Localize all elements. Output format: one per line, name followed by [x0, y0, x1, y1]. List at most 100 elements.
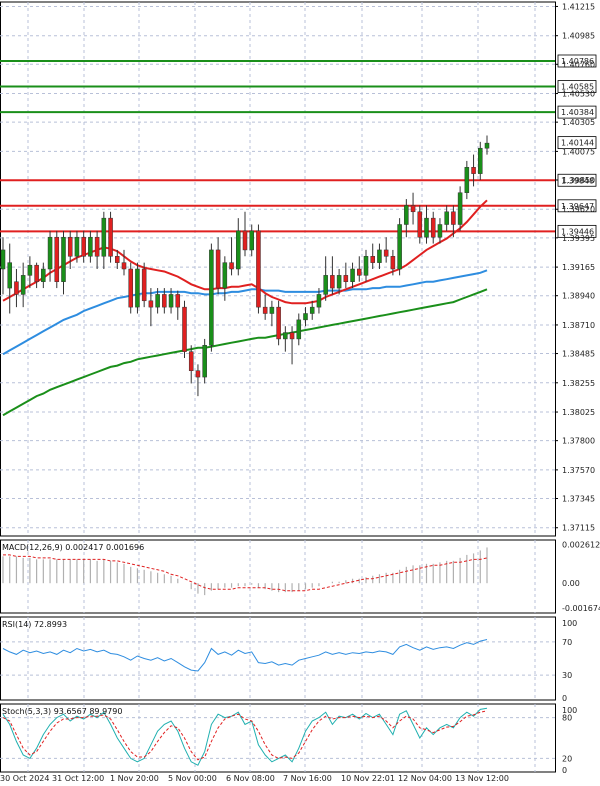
candle-body: [256, 230, 261, 308]
candle-body: [464, 167, 470, 193]
price-tick-label: 1.40075: [562, 147, 595, 156]
time-tick-label: 1 Nov 20:00: [110, 774, 159, 783]
stoch-k-line: [2, 707, 488, 766]
price-tick-label: 1.39395: [562, 234, 595, 243]
candle-body: [316, 294, 322, 308]
candle-body: [88, 236, 93, 257]
candle-body: [370, 256, 375, 263]
time-tick-label: 13 Nov 12:00: [455, 774, 509, 783]
price-tick-label: 1.40305: [562, 118, 595, 127]
axes: 1.41215 1.40985 1.40760 1.40530 1.40305 1.400…: [0, 2, 600, 783]
candle-body: [141, 268, 147, 302]
candle-body: [330, 275, 335, 289]
rsi-tick-label: 30: [562, 671, 572, 680]
candles: [0, 135, 490, 397]
price-tick-label: 1.37800: [562, 437, 595, 446]
candle-body: [478, 147, 483, 174]
time-tick-label: 12 Nov 04:00: [398, 774, 452, 783]
candle-body: [336, 275, 342, 289]
time-tick-label: 5 Nov 00:00: [168, 774, 217, 783]
candle-body: [74, 236, 80, 257]
candle-body: [309, 306, 315, 314]
candle-body: [357, 268, 362, 276]
macd-tick-label: 0.00: [562, 579, 580, 588]
candle-body: [155, 294, 160, 308]
candle-body: [404, 205, 409, 225]
price-tick-label: 1.41215: [562, 2, 595, 11]
candle-body: [14, 281, 19, 295]
candle-body: [262, 306, 268, 314]
candle-body: [283, 332, 288, 340]
rsi-tick-label: 100: [562, 619, 577, 628]
stoch-tick-label: 0: [562, 766, 567, 775]
candle-body: [188, 351, 194, 371]
candle-body: [229, 262, 234, 270]
candle-body: [0, 249, 6, 270]
candle-body: [471, 167, 476, 174]
candle-body: [34, 264, 39, 282]
candle-body: [115, 256, 120, 263]
time-tick-label: 30 Oct 2024: [0, 774, 49, 783]
candle-body: [135, 268, 140, 308]
candle-body: [54, 236, 60, 282]
price-tick-label: 1.37115: [562, 524, 595, 533]
candle-body: [182, 306, 187, 352]
candle-body: [289, 332, 295, 340]
stoch-tick-label: 80: [562, 714, 572, 723]
candle-body: [383, 249, 389, 257]
candle-body: [350, 268, 355, 282]
candle-body: [94, 236, 100, 257]
candle-body: [101, 217, 107, 257]
candle-body: [249, 230, 254, 251]
time-tick-label: 7 Nov 16:00: [283, 774, 332, 783]
price-tick-label: 1.39165: [562, 263, 595, 272]
candle-body: [47, 236, 53, 270]
price-tick-label: 1.38025: [562, 408, 595, 417]
candle-body: [121, 262, 127, 270]
stoch-panel: Stoch(5,3,3) 93.6567 89.9790: [0, 707, 555, 766]
macd-panel: MACD(12,26,9) 0.002417 0.001696: [2, 543, 488, 596]
current-price-label: 1.40144: [561, 139, 594, 148]
price-tick-label: 1.38255: [562, 379, 595, 388]
level-label: 1.40384: [561, 108, 594, 117]
candle-body: [27, 264, 33, 276]
candle-body: [108, 217, 113, 257]
candle-body: [390, 256, 396, 270]
candle-body: [424, 217, 429, 238]
time-tick-label: 10 Nov 22:01: [341, 774, 395, 783]
candle-body: [430, 217, 436, 238]
time-tick-label: 6 Nov 08:00: [226, 774, 275, 783]
candle-body: [202, 345, 207, 378]
rsi-tick-label: 0: [562, 694, 567, 703]
price-tick-label: 1.38485: [562, 350, 595, 359]
price-tick-label: 1.38710: [562, 321, 595, 330]
rsi-tick-label: 70: [562, 638, 572, 647]
candle-body: [363, 256, 369, 276]
candle-body: [444, 211, 449, 225]
candle-body: [451, 211, 456, 225]
macd-tick-label: -0.001674: [562, 604, 600, 613]
candle-body: [484, 142, 490, 149]
ma-slow-line: [2, 288, 488, 417]
candle-body: [437, 224, 443, 238]
candle-body: [81, 236, 86, 257]
candle-body: [417, 211, 423, 238]
candle-body: [323, 275, 328, 295]
candle-body: [67, 236, 73, 257]
candle-body: [303, 313, 308, 321]
candle-body: [236, 230, 241, 270]
candle-body: [175, 294, 181, 308]
candle-body: [343, 275, 349, 282]
candle-body: [457, 192, 463, 225]
rsi-line: [2, 639, 488, 672]
candle-body: [148, 300, 154, 308]
ma-mid-line: [2, 269, 488, 356]
candle-body: [296, 319, 302, 340]
candle-body: [7, 262, 12, 289]
price-tick-label: 1.40760: [562, 60, 595, 69]
price-tick-label: 1.37345: [562, 494, 595, 503]
candle-body: [168, 294, 174, 308]
macd-label: MACD(12,26,9) 0.002417 0.001696: [2, 543, 144, 552]
candle-body: [162, 294, 167, 308]
price-tick-label: 1.37570: [562, 466, 595, 475]
